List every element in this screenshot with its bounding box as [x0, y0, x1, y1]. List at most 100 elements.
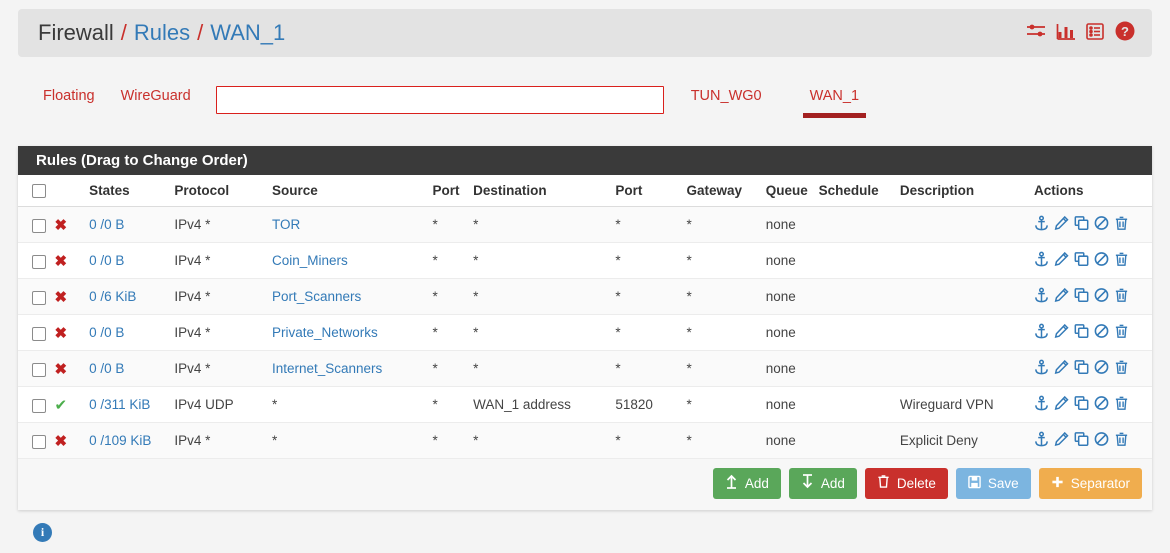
block-x-icon[interactable]: ✖: [55, 361, 68, 378]
table-row[interactable]: ✖ 0 /6 KiB IPv4 * Port_Scanners * * * * none: [18, 278, 1152, 316]
table-row[interactable]: ✖ 0 /0 B IPv4 * TOR * * * * none: [18, 206, 1152, 244]
states-link[interactable]: 0 /0 B: [89, 325, 124, 340]
sliders-icon[interactable]: [1025, 21, 1047, 46]
block-x-icon[interactable]: ✖: [55, 433, 68, 450]
tab-wan-1[interactable]: WAN_1: [797, 78, 872, 118]
pencil-icon[interactable]: [1054, 215, 1069, 234]
table-row[interactable]: ✔ 0 /311 KiB IPv4 UDP * * WAN_1 address 51820 *…: [18, 386, 1152, 424]
source-link[interactable]: Private_Networks: [272, 325, 378, 340]
trash-icon[interactable]: [1114, 323, 1129, 342]
help-icon[interactable]: ?: [1114, 20, 1136, 47]
states-link[interactable]: 0 /311 KiB: [89, 397, 150, 412]
block-x-icon[interactable]: ✖: [55, 325, 68, 342]
breadcrumb-current[interactable]: WAN_1: [210, 20, 285, 46]
pass-check-icon[interactable]: ✔: [55, 397, 68, 414]
row-checkbox[interactable]: [32, 218, 46, 233]
destination-port-cell: *: [611, 422, 683, 460]
gateway-cell: *: [682, 278, 762, 316]
ban-icon[interactable]: [1094, 251, 1109, 270]
schedule-cell: [814, 350, 896, 388]
copy-icon[interactable]: [1074, 215, 1089, 234]
anchor-icon[interactable]: [1034, 251, 1049, 270]
states-link[interactable]: 0 /6 KiB: [89, 289, 136, 304]
select-all-checkbox[interactable]: [32, 184, 46, 199]
states-link[interactable]: 0 /0 B: [89, 361, 124, 376]
destination-port-cell: *: [611, 278, 683, 316]
states-link[interactable]: 0 /0 B: [89, 217, 124, 232]
row-checkbox[interactable]: [32, 362, 46, 377]
ban-icon[interactable]: [1094, 359, 1109, 378]
info-icon[interactable]: i: [33, 523, 52, 542]
row-checkbox[interactable]: [32, 434, 46, 449]
anchor-icon[interactable]: [1034, 395, 1049, 414]
trash-icon[interactable]: [1114, 251, 1129, 270]
save-rules-button[interactable]: Save: [955, 468, 1031, 500]
pencil-icon[interactable]: [1054, 323, 1069, 342]
gateway-cell: *: [682, 314, 762, 352]
anchor-icon[interactable]: [1034, 215, 1049, 234]
trash-icon[interactable]: [1114, 215, 1129, 234]
copy-icon[interactable]: [1074, 359, 1089, 378]
save-rules-label: Save: [987, 475, 1019, 491]
gateway-cell: *: [682, 422, 762, 460]
list-icon[interactable]: [1085, 21, 1105, 46]
breadcrumb-rules-link[interactable]: Rules: [134, 20, 190, 46]
delete-rules-label: Delete: [896, 475, 936, 491]
pencil-icon[interactable]: [1054, 359, 1069, 378]
tab-tun-wg0[interactable]: TUN_WG0: [678, 78, 775, 112]
trash-icon[interactable]: [1114, 287, 1129, 306]
pencil-icon[interactable]: [1054, 395, 1069, 414]
add-rule-bottom-button[interactable]: Add: [788, 468, 857, 500]
rule-action-cell: ✖: [50, 242, 86, 280]
ban-icon[interactable]: [1094, 215, 1109, 234]
trash-icon[interactable]: [1114, 395, 1129, 414]
source-port-cell: *: [428, 242, 470, 280]
states-link[interactable]: 0 /0 B: [89, 253, 124, 268]
breadcrumb: Firewall / Rules / WAN_1: [38, 20, 1025, 46]
copy-icon[interactable]: [1074, 251, 1089, 270]
rules-panel-heading: Rules (Drag to Change Order): [18, 146, 1152, 175]
ban-icon[interactable]: [1094, 323, 1109, 342]
row-checkbox[interactable]: [32, 326, 46, 341]
trash-icon[interactable]: [1114, 359, 1129, 378]
pencil-icon[interactable]: [1054, 287, 1069, 306]
block-x-icon[interactable]: ✖: [55, 253, 68, 270]
source-link[interactable]: Coin_Miners: [272, 253, 348, 268]
protocol-cell: IPv4 UDP: [170, 386, 268, 424]
add-rule-top-button[interactable]: Add: [712, 468, 781, 500]
chart-bar-icon[interactable]: [1056, 21, 1076, 46]
tab-wireguard[interactable]: WireGuard: [108, 78, 204, 112]
ban-icon[interactable]: [1094, 431, 1109, 450]
delete-rules-button[interactable]: Delete: [864, 468, 948, 500]
source-link[interactable]: TOR: [272, 217, 300, 232]
copy-icon[interactable]: [1074, 431, 1089, 450]
row-checkbox[interactable]: [32, 398, 46, 413]
states-link[interactable]: 0 /109 KiB: [89, 433, 151, 448]
trash-icon[interactable]: [1114, 431, 1129, 450]
copy-icon[interactable]: [1074, 287, 1089, 306]
source-link[interactable]: Port_Scanners: [272, 289, 361, 304]
table-row[interactable]: ✖ 0 /0 B IPv4 * Coin_Miners * * * * none: [18, 242, 1152, 280]
copy-icon[interactable]: [1074, 395, 1089, 414]
table-row[interactable]: ✖ 0 /0 B IPv4 * Private_Networks * * * * none: [18, 314, 1152, 352]
block-x-icon[interactable]: ✖: [55, 289, 68, 306]
anchor-icon[interactable]: [1034, 431, 1049, 450]
ban-icon[interactable]: [1094, 287, 1109, 306]
anchor-icon[interactable]: [1034, 323, 1049, 342]
anchor-icon[interactable]: [1034, 359, 1049, 378]
anchor-icon[interactable]: [1034, 287, 1049, 306]
ban-icon[interactable]: [1094, 395, 1109, 414]
table-row[interactable]: ✖ 0 /0 B IPv4 * Internet_Scanners * * * * none: [18, 350, 1152, 388]
block-x-icon[interactable]: ✖: [55, 217, 68, 234]
table-row[interactable]: ✖ 0 /109 KiB IPv4 * * * * * * none Explicit Deny: [18, 422, 1152, 460]
tab-floating[interactable]: Floating: [30, 78, 108, 112]
pencil-icon[interactable]: [1054, 251, 1069, 270]
row-checkbox[interactable]: [32, 290, 46, 305]
source-link[interactable]: Internet_Scanners: [272, 361, 382, 376]
copy-icon[interactable]: [1074, 323, 1089, 342]
pencil-icon[interactable]: [1054, 431, 1069, 450]
states-cell: 0 /0 B: [85, 314, 171, 352]
add-separator-button[interactable]: Separator: [1038, 468, 1142, 500]
tab-blank[interactable]: [215, 86, 664, 114]
row-checkbox[interactable]: [32, 254, 46, 269]
